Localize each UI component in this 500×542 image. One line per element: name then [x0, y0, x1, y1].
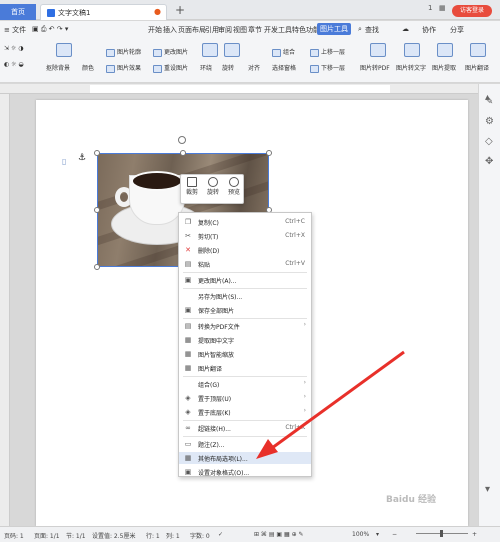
status-page-number[interactable]: 页码: 1 — [4, 531, 24, 540]
status-column: 列: 1 — [166, 533, 180, 540]
annotation-arrow — [256, 350, 405, 459]
status-row: 行: 1 — [146, 533, 160, 540]
watermark: Baidu 经验 — [386, 495, 437, 505]
zoom-out-icon[interactable]: − — [392, 531, 397, 538]
status-bar: 页码: 1 页面: 1/1 节: 1/1 设置值: 2.5厘米 行: 1 列: … — [0, 526, 500, 542]
view-mode-icons[interactable]: ⊞ ⌘ ▤ ▣ ▦ ⊕ ✎ — [254, 531, 304, 538]
status-pages[interactable]: 页面: 1/1 — [34, 531, 60, 540]
status-word-count[interactable]: 字数: 0 — [190, 531, 210, 540]
arrow-shaft — [271, 350, 405, 450]
zoom-in-icon[interactable]: + — [472, 531, 477, 538]
status-section[interactable]: 节: 1/1 — [66, 531, 86, 540]
zoom-slider-knob[interactable] — [440, 530, 443, 537]
zoom-level[interactable]: 100% — [352, 531, 369, 538]
arrow-head — [256, 439, 278, 459]
spellcheck-icon[interactable]: ✓ — [218, 531, 223, 538]
status-setting-value[interactable]: 设置值: 2.5厘米 — [92, 531, 135, 540]
zoom-dropdown-icon[interactable]: ▾ — [376, 531, 379, 538]
